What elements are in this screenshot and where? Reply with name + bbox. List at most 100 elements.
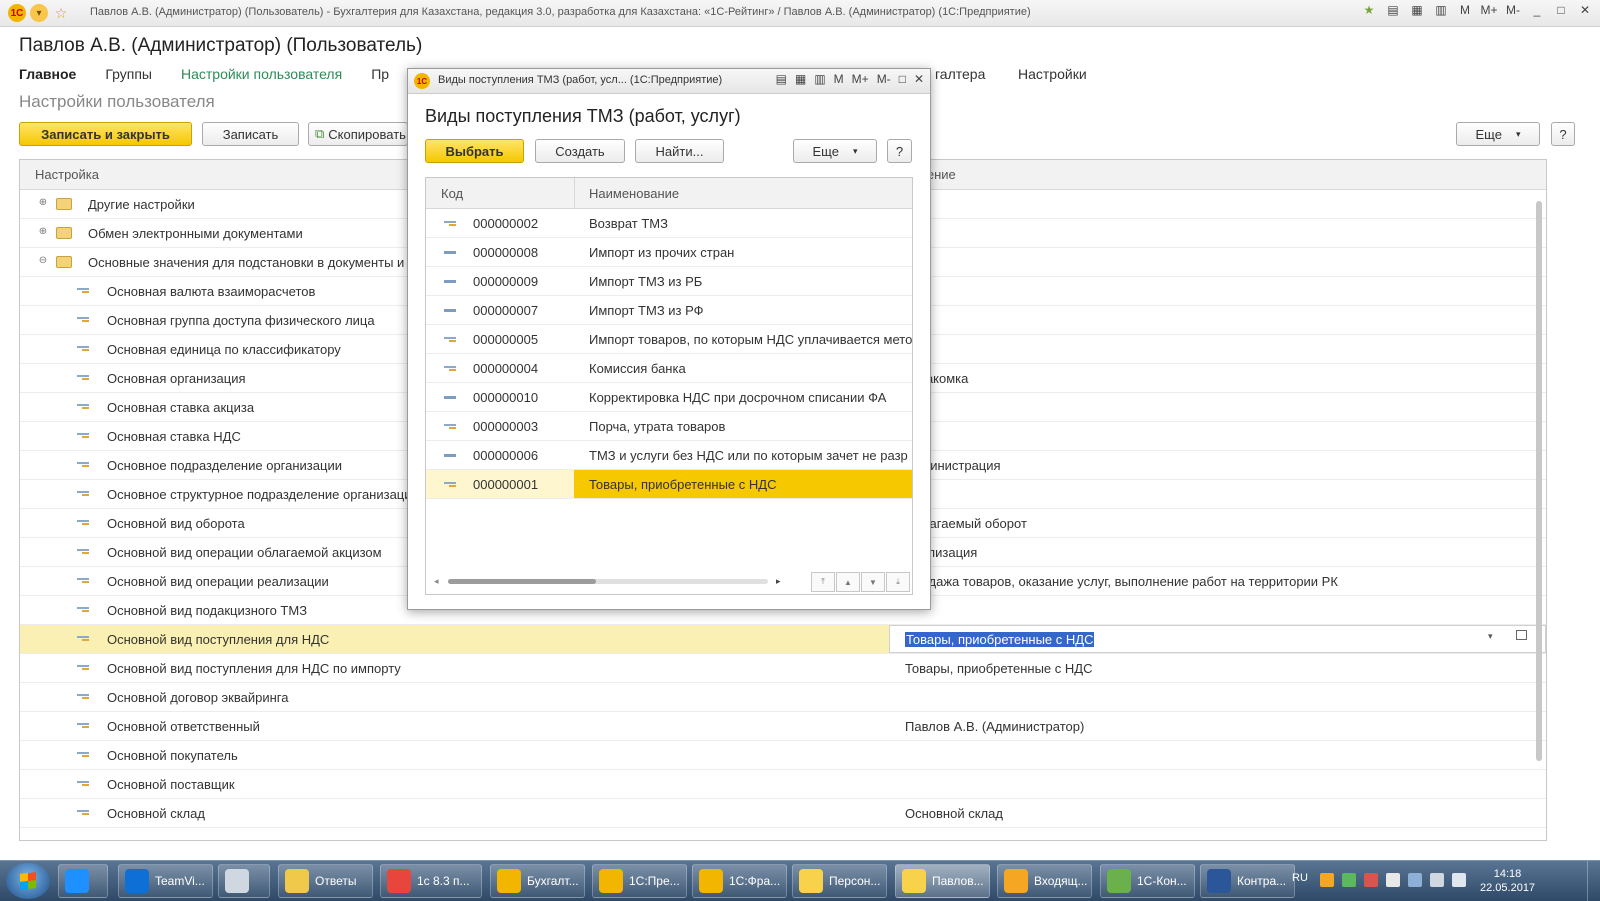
- save-button[interactable]: Записать: [202, 122, 299, 146]
- taskbar-button[interactable]: Павлов...: [895, 864, 990, 898]
- setting-name: Основная валюта взаиморасчетов: [107, 284, 316, 299]
- prev-page-icon[interactable]: ▲: [836, 572, 860, 592]
- calculator-icon[interactable]: ▦: [1408, 3, 1426, 17]
- more-button[interactable]: Еще ▾: [1456, 122, 1540, 146]
- taskbar-button[interactable]: [58, 864, 108, 898]
- tray-tool-icon[interactable]: [1364, 873, 1378, 887]
- taskbar-button[interactable]: TeamVi...: [118, 864, 213, 898]
- tray-app-icon[interactable]: [1320, 873, 1334, 887]
- settings-row[interactable]: Основной склад Основной склад: [20, 799, 1546, 828]
- minimize-button[interactable]: _: [1528, 3, 1546, 17]
- list-item[interactable]: 000000007 Импорт ТМЗ из РФ: [426, 296, 912, 325]
- tray-person-icon[interactable]: [1342, 873, 1356, 887]
- next-page-icon[interactable]: ▼: [861, 572, 885, 592]
- nav-settings[interactable]: Настройки: [1018, 66, 1087, 82]
- document-icon[interactable]: ▤: [776, 72, 787, 86]
- memory-plus-button[interactable]: M+: [852, 72, 869, 86]
- bookmark-icon[interactable]: ★: [1360, 3, 1378, 17]
- select-button[interactable]: Выбрать: [425, 139, 524, 163]
- copy-button[interactable]: ⧉ Скопировать: [308, 122, 408, 146]
- taskbar-button[interactable]: Бухгалт...: [490, 864, 585, 898]
- property-icon: [77, 752, 89, 758]
- calendar-icon[interactable]: ▥: [814, 72, 825, 86]
- taskbar-button[interactable]: Персон...: [792, 864, 887, 898]
- horizontal-scrollbar[interactable]: ◂ ▸: [434, 576, 784, 586]
- setting-value-field[interactable]: Товары, приобретенные с НДС: [905, 632, 1095, 647]
- tray-flag-icon[interactable]: [1386, 873, 1400, 887]
- chevron-down-icon[interactable]: ▾: [1488, 631, 1493, 642]
- expand-icon[interactable]: ⊕: [38, 198, 48, 208]
- favorites-star-icon[interactable]: ☆: [52, 4, 70, 22]
- taskbar-button[interactable]: Входящ...: [997, 864, 1092, 898]
- close-button[interactable]: ✕: [1576, 3, 1594, 17]
- memory-plus-button[interactable]: M+: [1480, 3, 1498, 17]
- close-button[interactable]: ✕: [914, 72, 924, 86]
- maximize-button[interactable]: □: [1552, 3, 1570, 17]
- 1c-logo-icon[interactable]: 1С: [8, 4, 26, 22]
- show-desktop-button[interactable]: [1587, 861, 1600, 901]
- list-item[interactable]: 000000009 Импорт ТМЗ из РБ: [426, 267, 912, 296]
- expand-icon[interactable]: ⊕: [38, 227, 48, 237]
- open-icon[interactable]: [1516, 630, 1527, 640]
- memory-minus-button[interactable]: M-: [877, 72, 891, 86]
- scroll-right-icon[interactable]: ▸: [776, 576, 781, 587]
- tray-network-icon[interactable]: [1430, 873, 1444, 887]
- taskbar-button[interactable]: 1С:Пре...: [592, 864, 687, 898]
- tray-monitor-icon[interactable]: [1408, 873, 1422, 887]
- taskbar-button[interactable]: 1С:Фра...: [692, 864, 787, 898]
- settings-row[interactable]: Основной вид поступления для НДС по импо…: [20, 654, 1546, 683]
- nav-truncated[interactable]: Пр: [371, 66, 389, 82]
- scrollbar-thumb[interactable]: [448, 579, 596, 584]
- vertical-scrollbar[interactable]: [1534, 191, 1544, 831]
- column-name[interactable]: Наименование: [589, 186, 679, 201]
- settings-row[interactable]: Основной поставщик: [20, 770, 1546, 799]
- menu-circle-icon[interactable]: ▾: [30, 4, 48, 22]
- memory-m-button[interactable]: M: [834, 72, 844, 86]
- start-button[interactable]: [6, 863, 50, 899]
- list-item[interactable]: 000000008 Импорт из прочих стран: [426, 238, 912, 267]
- maximize-button[interactable]: □: [899, 72, 906, 86]
- column-code[interactable]: Код: [441, 186, 463, 201]
- create-button[interactable]: Создать: [535, 139, 625, 163]
- 1c-round-icon: [799, 869, 823, 893]
- column-setting[interactable]: Настройка: [35, 167, 99, 182]
- taskbar-button[interactable]: Ответы: [278, 864, 373, 898]
- dialog-more-button[interactable]: Еще ▾: [793, 139, 877, 163]
- list-item[interactable]: 000000010 Корректировка НДС при досрочном…: [426, 383, 912, 412]
- list-item[interactable]: 000000004 Комиссия банка: [426, 354, 912, 383]
- collapse-icon[interactable]: ⊖: [38, 256, 48, 266]
- nav-user-settings[interactable]: Настройки пользователя: [181, 66, 342, 82]
- taskbar-button[interactable]: [218, 864, 270, 898]
- list-item[interactable]: 000000005 Импорт товаров, по которым НДС …: [426, 325, 912, 354]
- settings-row[interactable]: Основной покупатель: [20, 741, 1546, 770]
- settings-row[interactable]: Основной вид поступления для НДС Товары, …: [20, 625, 1546, 654]
- nav-main[interactable]: Главное: [19, 66, 76, 82]
- list-item[interactable]: 000000002 Возврат ТМЗ: [426, 209, 912, 238]
- list-item[interactable]: 000000003 Порча, утрата товаров: [426, 412, 912, 441]
- calendar-icon[interactable]: ▥: [1432, 3, 1450, 17]
- item-icon: [444, 482, 456, 487]
- nav-accountant[interactable]: галтера: [935, 66, 985, 82]
- settings-row[interactable]: Основной ответственный Павлов А.В. (Админ…: [20, 712, 1546, 741]
- list-item[interactable]: 000000006 ТМЗ и услуги без НДС или по кот…: [426, 441, 912, 470]
- last-page-icon[interactable]: ⤓: [886, 572, 910, 592]
- language-indicator[interactable]: RU: [1292, 872, 1308, 884]
- document-icon[interactable]: ▤: [1384, 3, 1402, 17]
- save-close-button[interactable]: Записать и закрыть: [19, 122, 192, 146]
- memory-minus-button[interactable]: M-: [1504, 3, 1522, 17]
- first-page-icon[interactable]: ⤒: [811, 572, 835, 592]
- help-button[interactable]: ?: [1551, 122, 1575, 146]
- scroll-left-icon[interactable]: ◂: [434, 576, 439, 587]
- taskbar-button[interactable]: 1С-Кон...: [1100, 864, 1195, 898]
- clock[interactable]: 14:18 22.05.2017: [1480, 867, 1535, 895]
- settings-row[interactable]: Основной договор эквайринга: [20, 683, 1546, 712]
- nav-groups[interactable]: Группы: [105, 66, 152, 82]
- scrollbar-thumb[interactable]: [1536, 201, 1542, 761]
- dialog-help-button[interactable]: ?: [887, 139, 912, 163]
- find-button[interactable]: Найти...: [635, 139, 724, 163]
- tray-volume-icon[interactable]: [1452, 873, 1466, 887]
- taskbar-button[interactable]: 1с 8.3 п...: [380, 864, 482, 898]
- list-item[interactable]: 000000001 Товары, приобретенные с НДС: [426, 470, 912, 499]
- calculator-icon[interactable]: ▦: [795, 72, 806, 86]
- memory-m-button[interactable]: M: [1456, 3, 1474, 17]
